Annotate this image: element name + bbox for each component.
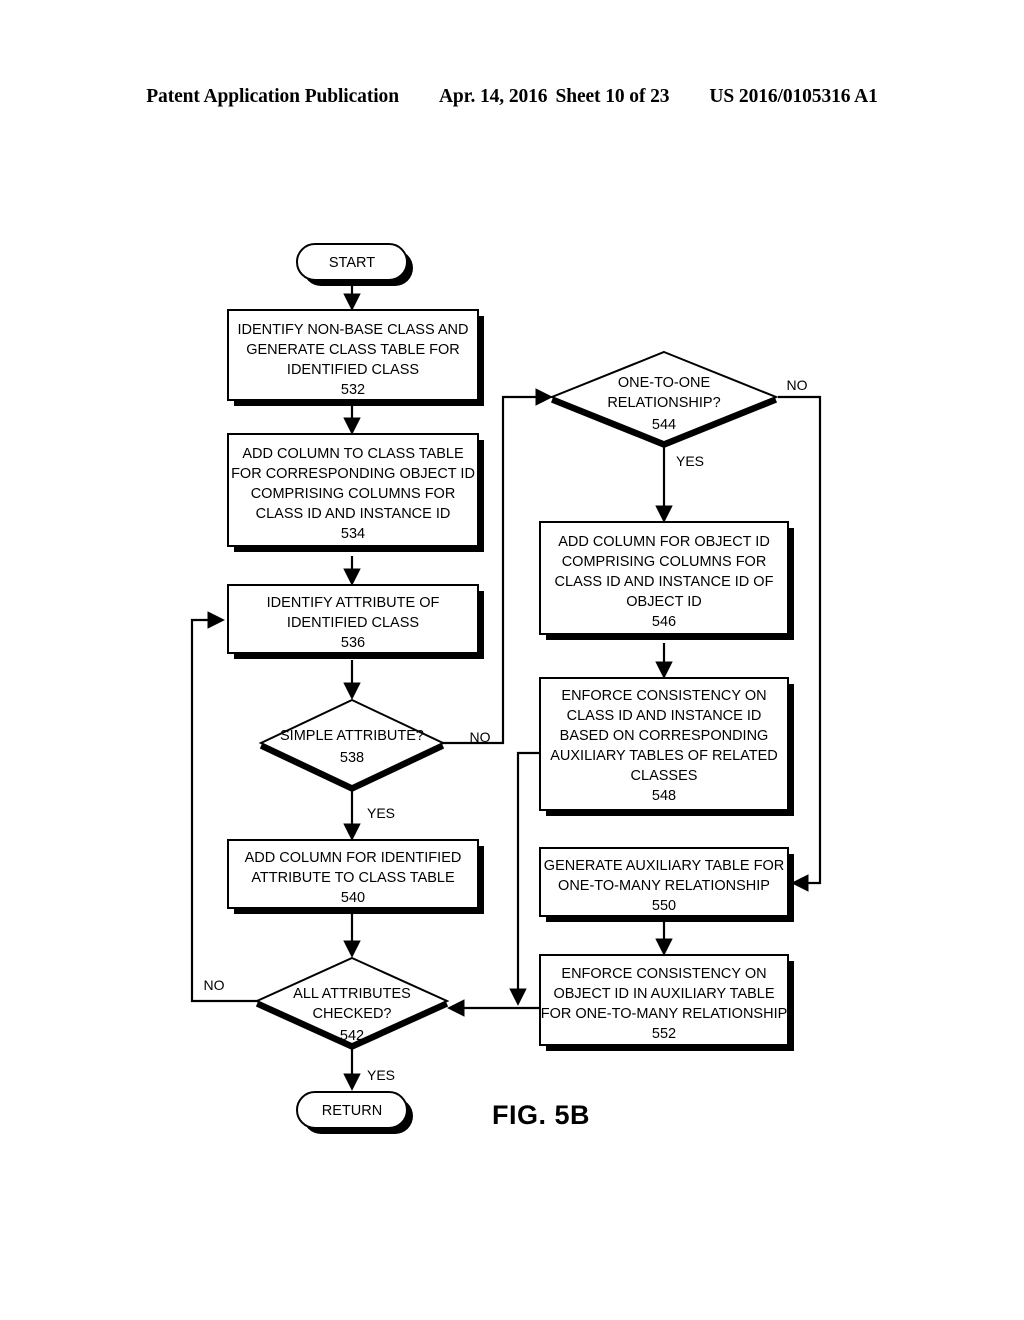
process-node-536[interactable]: IDENTIFY ATTRIBUTE OF IDENTIFIED CLASS 5… bbox=[227, 584, 484, 659]
connector-548-to-merge bbox=[509, 751, 540, 1006]
node-536-line-1: IDENTIFIED CLASS bbox=[287, 615, 419, 631]
node-534-ref: 534 bbox=[341, 526, 365, 542]
process-node-552[interactable]: ENFORCE CONSISTENCY ON OBJECT ID IN AUXI… bbox=[539, 954, 794, 1051]
node-544-line-0: ONE-TO-ONE bbox=[618, 375, 711, 391]
edge-label-542-yes: YES bbox=[367, 1067, 395, 1083]
node-552-line-1: OBJECT ID IN AUXILIARY TABLE bbox=[553, 986, 774, 1002]
process-node-550[interactable]: GENERATE AUXILIARY TABLE FOR ONE-TO-MANY… bbox=[539, 847, 794, 922]
terminal-return[interactable]: RETURN bbox=[296, 1091, 413, 1134]
node-550-line-0: GENERATE AUXILIARY TABLE FOR bbox=[544, 858, 784, 874]
node-552-line-2: FOR ONE-TO-MANY RELATIONSHIP bbox=[541, 1006, 788, 1022]
node-552-line-0: ENFORCE CONSISTENCY ON bbox=[561, 966, 766, 982]
node-548-line-0: ENFORCE CONSISTENCY ON bbox=[561, 688, 766, 704]
decision-node-542[interactable]: ALL ATTRIBUTES CHECKED? 542 bbox=[254, 956, 450, 1051]
edge-label-542-no: NO bbox=[204, 977, 225, 993]
terminal-start-label: START bbox=[329, 255, 375, 271]
node-550-ref: 550 bbox=[652, 898, 676, 914]
figure-caption: FIG. 5B bbox=[492, 1100, 591, 1130]
node-548-line-2: BASED ON CORRESPONDING bbox=[560, 728, 769, 744]
node-534-line-3: CLASS ID AND INSTANCE ID bbox=[256, 506, 451, 522]
node-538-ref: 538 bbox=[340, 750, 364, 766]
node-546-line-3: OBJECT ID bbox=[626, 594, 701, 610]
node-534-line-0: ADD COLUMN TO CLASS TABLE bbox=[242, 446, 464, 462]
process-node-534[interactable]: ADD COLUMN TO CLASS TABLE FOR CORRESPOND… bbox=[227, 433, 484, 552]
terminal-start[interactable]: START bbox=[296, 243, 413, 286]
node-544-line-1: RELATIONSHIP? bbox=[607, 395, 720, 411]
edge-label-538-yes: YES bbox=[367, 805, 395, 821]
process-node-546[interactable]: ADD COLUMN FOR OBJECT ID COMPRISING COLU… bbox=[539, 521, 794, 640]
node-544-ref: 544 bbox=[652, 417, 676, 433]
node-534-line-2: COMPRISING COLUMNS FOR bbox=[251, 486, 456, 502]
node-548-line-1: CLASS ID AND INSTANCE ID bbox=[567, 708, 762, 724]
process-node-532[interactable]: IDENTIFY NON-BASE CLASS AND GENERATE CLA… bbox=[227, 309, 484, 406]
patent-page: Patent Application Publication Apr. 14, … bbox=[0, 0, 1024, 1320]
node-546-line-0: ADD COLUMN FOR OBJECT ID bbox=[558, 534, 770, 550]
node-540-ref: 540 bbox=[341, 890, 365, 906]
node-534-line-1: FOR CORRESPONDING OBJECT ID bbox=[231, 466, 475, 482]
node-538-line-0: SIMPLE ATTRIBUTE? bbox=[280, 728, 424, 744]
node-536-ref: 536 bbox=[341, 635, 365, 651]
edge-label-544-no: NO bbox=[787, 377, 808, 393]
node-540-line-0: ADD COLUMN FOR IDENTIFIED bbox=[245, 850, 462, 866]
process-node-548[interactable]: ENFORCE CONSISTENCY ON CLASS ID AND INST… bbox=[539, 677, 794, 816]
node-532-line-0: IDENTIFY NON-BASE CLASS AND bbox=[238, 322, 469, 338]
node-548-ref: 548 bbox=[652, 788, 676, 804]
node-542-ref: 542 bbox=[340, 1028, 364, 1044]
node-532-ref: 532 bbox=[341, 382, 365, 398]
node-548-line-3: AUXILIARY TABLES OF RELATED bbox=[550, 748, 778, 764]
node-550-line-1: ONE-TO-MANY RELATIONSHIP bbox=[558, 878, 770, 894]
node-548-line-4: CLASSES bbox=[631, 768, 698, 784]
edge-label-538-no: NO bbox=[470, 729, 491, 745]
node-536-line-0: IDENTIFY ATTRIBUTE OF bbox=[267, 595, 440, 611]
node-532-line-2: IDENTIFIED CLASS bbox=[287, 362, 419, 378]
node-546-ref: 546 bbox=[652, 614, 676, 630]
decision-node-538[interactable]: SIMPLE ATTRIBUTE? 538 bbox=[258, 698, 446, 793]
node-540-line-1: ATTRIBUTE TO CLASS TABLE bbox=[251, 870, 455, 886]
connector-542-no-to-536 bbox=[190, 611, 265, 1003]
node-552-ref: 552 bbox=[652, 1026, 676, 1042]
node-546-line-2: CLASS ID AND INSTANCE ID OF bbox=[555, 574, 774, 590]
node-546-line-1: COMPRISING COLUMNS FOR bbox=[562, 554, 767, 570]
decision-node-544[interactable]: ONE-TO-ONE RELATIONSHIP? 544 bbox=[549, 350, 779, 448]
edge-label-544-yes: YES bbox=[676, 453, 704, 469]
node-542-line-0: ALL ATTRIBUTES bbox=[293, 986, 411, 1002]
process-node-540[interactable]: ADD COLUMN FOR IDENTIFIED ATTRIBUTE TO C… bbox=[227, 839, 484, 914]
node-532-line-1: GENERATE CLASS TABLE FOR bbox=[246, 342, 460, 358]
terminal-return-label: RETURN bbox=[322, 1103, 382, 1119]
node-542-line-1: CHECKED? bbox=[313, 1006, 392, 1022]
